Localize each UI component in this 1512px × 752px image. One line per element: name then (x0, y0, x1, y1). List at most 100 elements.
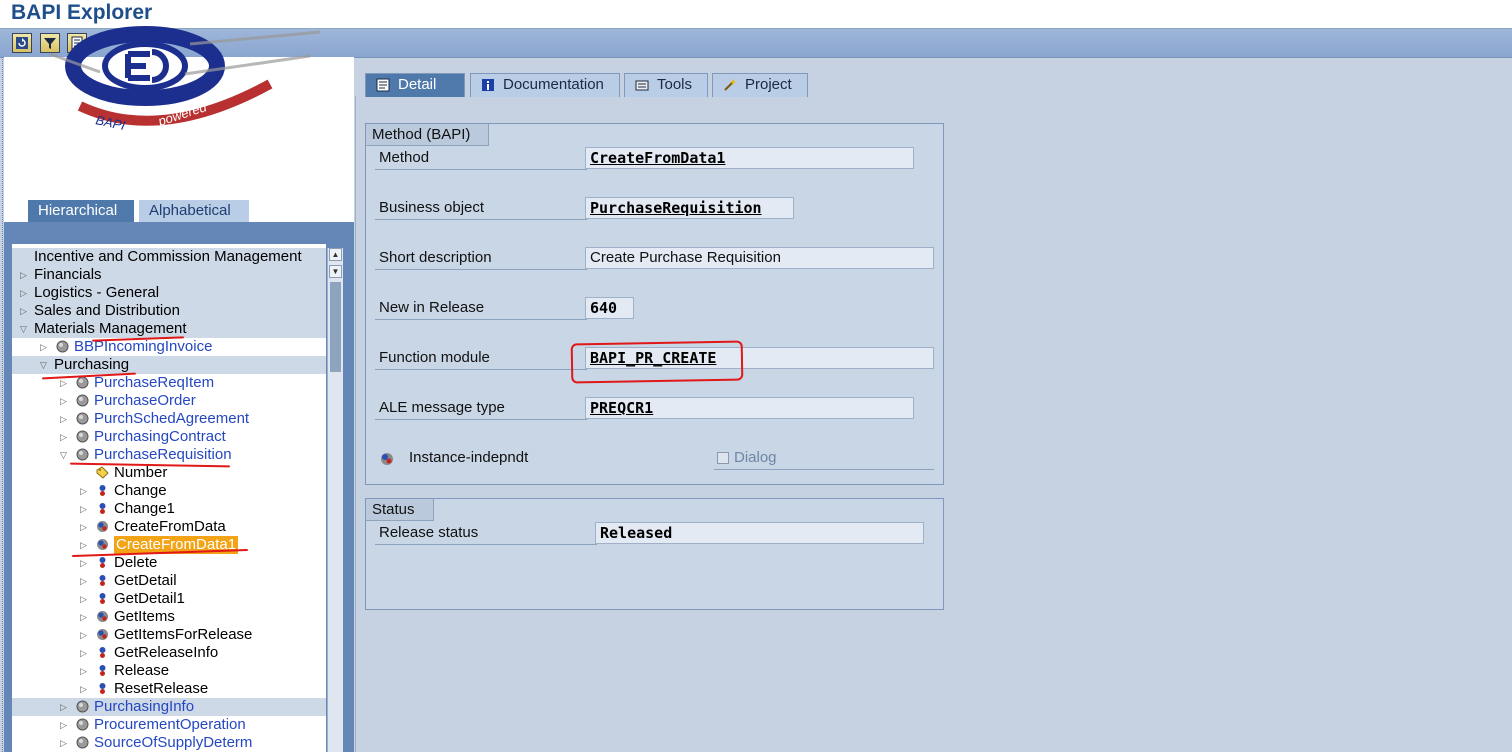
tree-item-label: PurchasingContract (94, 428, 226, 445)
tree-item[interactable]: ▷ BBPIncomingInvoice (12, 338, 326, 356)
tree-item[interactable]: ▷ GetItems (12, 608, 326, 626)
tab-hierarchical[interactable]: Hierarchical (28, 200, 134, 222)
info-icon (482, 79, 494, 91)
tab-documentation[interactable]: Documentation (470, 73, 620, 97)
expand-arrow-icon[interactable]: ▷ (60, 734, 70, 752)
tree-item[interactable]: ▷ SourceOfSupplyDeterm (12, 734, 326, 752)
tab-alphabetical[interactable]: Alphabetical (139, 200, 249, 222)
object-icon (76, 430, 89, 443)
tree-item[interactable]: ▷ Change1 (12, 500, 326, 518)
expand-arrow-icon[interactable]: ▷ (80, 644, 90, 662)
tree-item-label: Number (114, 464, 168, 481)
business-object-field[interactable]: PurchaseRequisition (585, 197, 794, 219)
expand-arrow-icon[interactable]: ▷ (20, 266, 30, 284)
release-status-field[interactable]: Released (595, 522, 924, 544)
tree-item[interactable]: ▷ PurchasingInfo (12, 698, 326, 716)
tree-item[interactable]: ▽ Purchasing (12, 356, 326, 374)
expand-arrow-icon[interactable]: ▷ (80, 662, 90, 680)
expand-arrow-icon[interactable]: ▷ (80, 482, 90, 500)
tree-item[interactable]: ▷ Change (12, 482, 326, 500)
tree-item[interactable]: ▷ Release (12, 662, 326, 680)
tree-item[interactable]: ▷ GetItemsForRelease (12, 626, 326, 644)
tree-scrollbar[interactable]: ▲ ▼ (327, 248, 343, 752)
static-icon (96, 538, 109, 551)
tab-tools[interactable]: Tools (624, 73, 708, 97)
tree-item[interactable]: ▽ PurchaseRequisition (12, 446, 326, 464)
tree-item[interactable]: Number (12, 464, 326, 482)
dialog-checkbox[interactable] (717, 452, 729, 464)
new-in-release-underline (375, 319, 587, 320)
tree-item[interactable]: ▷ CreateFromData (12, 518, 326, 536)
short-description-field[interactable]: Create Purchase Requisition (585, 247, 934, 269)
tree-item[interactable]: ▷ PurchasingContract (12, 428, 326, 446)
expand-arrow-icon[interactable]: ▷ (60, 428, 70, 446)
tree-item-label: PurchaseOrder (94, 392, 196, 409)
tree-item-label: PurchaseReqItem (94, 374, 215, 391)
wand-icon (724, 79, 736, 91)
method-underline (375, 169, 587, 170)
object-icon (56, 340, 69, 353)
method-icon (96, 646, 109, 659)
expand-arrow-icon[interactable]: ▷ (60, 698, 70, 716)
tree-item[interactable]: ▷ GetDetail (12, 572, 326, 590)
expand-arrow-icon[interactable]: ▷ (20, 302, 30, 320)
expand-arrow-icon[interactable]: ▷ (80, 572, 90, 590)
tree-item[interactable]: ▷ GetDetail1 (12, 590, 326, 608)
expand-arrow-icon[interactable]: ▷ (40, 338, 50, 356)
tree-item[interactable]: ▽ Materials Management (12, 320, 326, 338)
tree-item-label: Financials (34, 266, 102, 283)
collapse-arrow-icon[interactable]: ▽ (40, 356, 50, 374)
dialog-label: Dialog (734, 449, 777, 466)
tools-icon (635, 80, 649, 91)
tree-item[interactable]: ▷ ProcurementOperation (12, 716, 326, 734)
new-in-release-field[interactable]: 640 (585, 297, 634, 319)
tree-item-label: SourceOfSupplyDeterm (94, 734, 253, 751)
business-object-underline (375, 219, 587, 220)
expand-arrow-icon[interactable]: ▷ (80, 500, 90, 518)
tree-item[interactable]: ▷ PurchSchedAgreement (12, 410, 326, 428)
expand-arrow-icon[interactable]: ▷ (60, 716, 70, 734)
expand-arrow-icon[interactable]: ▷ (80, 590, 90, 608)
expand-arrow-icon[interactable]: ▷ (80, 536, 90, 554)
key-icon (96, 466, 109, 479)
refresh-icon[interactable] (12, 33, 32, 53)
scroll-down-icon[interactable]: ▼ (329, 265, 342, 278)
expand-arrow-icon[interactable]: ▷ (80, 518, 90, 536)
collapse-arrow-icon[interactable]: ▽ (20, 320, 30, 338)
expand-arrow-icon[interactable]: ▷ (60, 410, 70, 428)
object-icon (76, 412, 89, 425)
tree-item[interactable]: ▷ Sales and Distribution (12, 302, 326, 320)
tree-item[interactable]: Incentive and Commission Management (12, 248, 326, 266)
short-description-underline (375, 269, 587, 270)
tree-item[interactable]: ▷ Logistics - General (12, 284, 326, 302)
status-group-title: Status (366, 499, 434, 521)
ale-message-type-field[interactable]: PREQCR1 (585, 397, 914, 419)
tab-detail[interactable]: Detail (365, 73, 465, 97)
collapse-arrow-icon[interactable]: ▽ (60, 446, 70, 464)
status-group: Status (365, 498, 944, 610)
expand-arrow-icon[interactable]: ▷ (80, 626, 90, 644)
scroll-thumb[interactable] (330, 282, 341, 372)
tree-item[interactable]: ▷ ResetRelease (12, 680, 326, 698)
tree-item[interactable]: ▷ Financials (12, 266, 326, 284)
tree-item-label: ProcurementOperation (94, 716, 246, 733)
tree-item[interactable]: ▷ Delete (12, 554, 326, 572)
method-icon (96, 682, 109, 695)
tree-item-label: Release (114, 662, 170, 679)
short-description-label: Short description (379, 249, 492, 266)
tree-item-label: ResetRelease (114, 680, 209, 697)
ale-message-type-label: ALE message type (379, 399, 505, 416)
expand-arrow-icon[interactable]: ▷ (80, 608, 90, 626)
release-status-label: Release status (379, 524, 479, 541)
tree-item-label: PurchSchedAgreement (94, 410, 250, 427)
tab-project[interactable]: Project (712, 73, 808, 97)
expand-arrow-icon[interactable]: ▷ (20, 284, 30, 302)
tree-item[interactable]: ▷ GetReleaseInfo (12, 644, 326, 662)
tab-detail-label: Detail (398, 76, 437, 93)
tree-item[interactable]: ▷ PurchaseOrder (12, 392, 326, 410)
scroll-up-icon[interactable]: ▲ (329, 248, 342, 261)
expand-arrow-icon[interactable]: ▷ (80, 680, 90, 698)
tab-documentation-label: Documentation (503, 76, 604, 93)
expand-arrow-icon[interactable]: ▷ (60, 392, 70, 410)
method-field[interactable]: CreateFromData1 (585, 147, 914, 169)
